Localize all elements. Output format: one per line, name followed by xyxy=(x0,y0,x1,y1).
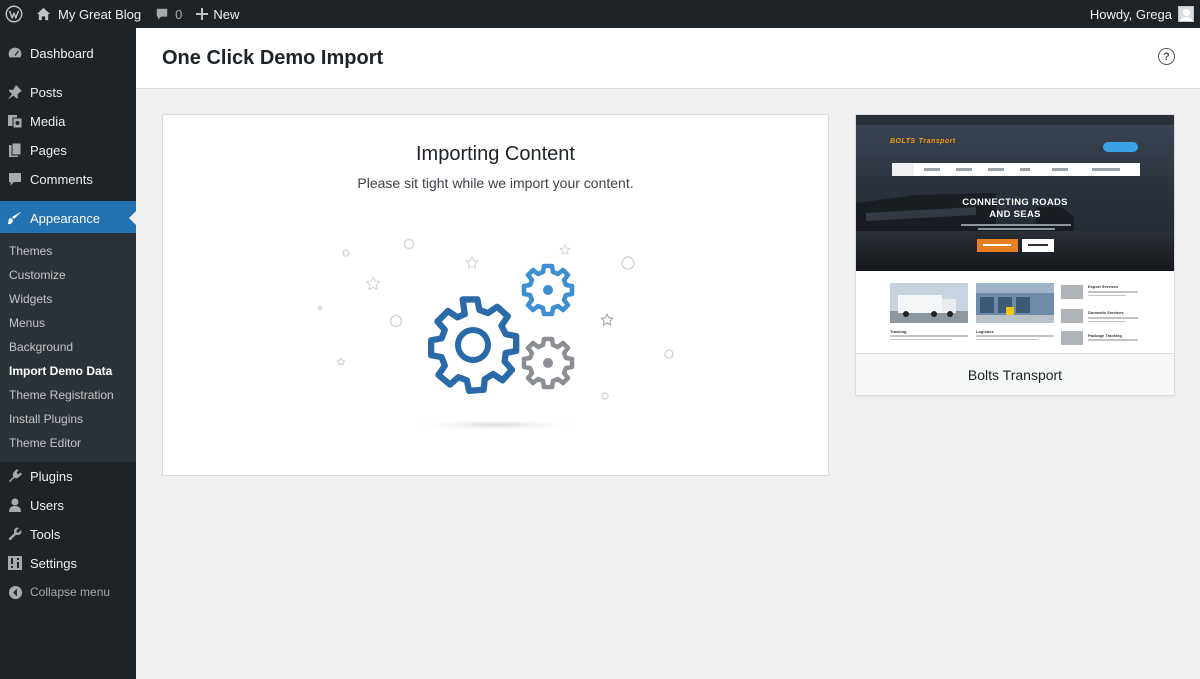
screenshot-button-primary xyxy=(977,239,1018,252)
settings-icon xyxy=(0,555,30,571)
menu-label: Dashboard xyxy=(30,45,94,61)
submenu-install-plugins[interactable]: Install Plugins xyxy=(9,409,83,429)
menu-label: Users xyxy=(30,497,64,513)
screenshot-text-lines xyxy=(890,335,968,343)
wordpress-logo-button[interactable] xyxy=(0,0,28,28)
wrench-icon xyxy=(0,526,30,542)
import-title: Importing Content xyxy=(416,143,575,165)
screenshot-text-lines xyxy=(976,335,1054,343)
dashboard-icon xyxy=(0,45,30,61)
screenshot-caption-tracking: Tracking xyxy=(890,329,907,334)
service-thumb xyxy=(1061,331,1083,345)
service-domestic: Domestic Services xyxy=(1088,310,1124,315)
paintbrush-icon xyxy=(0,210,30,226)
menu-label: Settings xyxy=(30,555,77,571)
service-thumb xyxy=(1061,309,1083,323)
import-subtitle: Please sit tight while we import your co… xyxy=(357,175,634,191)
admin-sidebar: Dashboard Posts Media Pages Comments App… xyxy=(0,28,136,679)
submenu-widgets[interactable]: Widgets xyxy=(9,289,52,309)
page-title: One Click Demo Import xyxy=(162,47,384,69)
submenu-menus[interactable]: Menus xyxy=(9,313,45,333)
screenshot-topbar xyxy=(856,115,1174,125)
demo-item-card[interactable]: BOLTS Transport CONNECTING ROADS AND SEA… xyxy=(855,114,1175,396)
home-icon xyxy=(36,7,51,21)
appearance-submenu: Themes Customize Widgets Menus Backgroun… xyxy=(0,233,136,462)
demo-screenshot: BOLTS Transport CONNECTING ROADS AND SEA… xyxy=(856,115,1174,353)
menu-label: Tools xyxy=(30,526,61,542)
submenu-theme-editor[interactable]: Theme Editor xyxy=(9,433,81,453)
submenu-theme-registration[interactable]: Theme Registration xyxy=(9,385,114,405)
menu-appearance[interactable]: Appearance xyxy=(0,201,136,235)
greeting: Howdy, Grega xyxy=(1089,6,1172,22)
menu-label: Plugins xyxy=(30,468,73,484)
submenu-customize[interactable]: Customize xyxy=(9,265,66,285)
wordpress-logo-icon xyxy=(5,5,23,23)
screenshot-text-lines xyxy=(1088,339,1138,347)
submenu-background[interactable]: Background xyxy=(9,337,73,357)
menu-label: Appearance xyxy=(30,210,101,226)
help-icon[interactable]: ? xyxy=(1158,48,1175,65)
headline-line-2: AND SEAS xyxy=(989,209,1041,220)
page-header: One Click Demo Import ? xyxy=(136,28,1200,89)
screenshot-text-lines xyxy=(1088,291,1138,299)
comment-bubble-icon xyxy=(155,7,169,21)
logo-tag: Transport xyxy=(918,138,956,145)
logo-text: BOLTS xyxy=(890,138,916,145)
site-name-link[interactable]: My Great Blog xyxy=(28,0,148,28)
screenshot-nav xyxy=(892,163,1140,176)
new-content-button[interactable]: New xyxy=(189,0,246,28)
collapse-label: Collapse menu xyxy=(30,585,111,599)
menu-label: Pages xyxy=(30,142,67,158)
menu-label: Comments xyxy=(30,171,93,187)
collapse-arrow-icon xyxy=(0,585,30,600)
screenshot-logo: BOLTS Transport xyxy=(890,135,956,145)
media-icon xyxy=(0,113,30,129)
service-package-tracking: Package Tracking xyxy=(1088,333,1122,338)
comment-icon xyxy=(0,171,30,187)
admin-bar: My Great Blog 0 New Howdy, Grega xyxy=(0,0,1200,28)
truck-photo xyxy=(890,283,968,323)
submenu-import-demo-data[interactable]: Import Demo Data xyxy=(9,361,112,381)
site-name: My Great Blog xyxy=(58,6,142,22)
service-export: Export Services xyxy=(1088,284,1119,289)
plus-icon xyxy=(196,8,209,20)
pin-icon xyxy=(0,84,30,100)
current-arrow xyxy=(129,211,136,225)
service-thumb xyxy=(1061,285,1083,299)
screenshot-caption-logistics: Logistics xyxy=(976,329,994,334)
menu-dashboard[interactable]: Dashboard xyxy=(0,36,136,70)
screenshot-info xyxy=(968,135,1008,140)
headline-line-1: CONNECTING ROADS xyxy=(962,197,1068,208)
screenshot-cta xyxy=(1103,142,1138,152)
collapse-menu-button[interactable]: Collapse menu xyxy=(0,575,136,609)
avatar xyxy=(1178,6,1194,22)
warehouse-photo xyxy=(976,283,1054,323)
pages-icon xyxy=(0,142,30,158)
submenu-themes[interactable]: Themes xyxy=(9,241,52,261)
plugin-icon xyxy=(0,468,30,484)
menu-comments[interactable]: Comments xyxy=(0,162,136,196)
menu-label: Media xyxy=(30,113,66,129)
demo-name: Bolts Transport xyxy=(856,353,1174,395)
import-progress-card: Importing Content Please sit tight while… xyxy=(162,114,829,476)
comments-link[interactable]: 0 xyxy=(148,0,189,28)
screenshot-text-lines xyxy=(1088,317,1138,325)
screenshot-hero-text xyxy=(961,224,1071,230)
comments-count: 0 xyxy=(175,6,183,22)
menu-label: Posts xyxy=(30,84,63,100)
new-label: New xyxy=(213,6,240,22)
screenshot-headline: CONNECTING ROADS AND SEAS xyxy=(856,197,1174,221)
screenshot-button-secondary xyxy=(1022,239,1054,252)
gears-illustration xyxy=(317,238,674,431)
user-icon xyxy=(0,497,30,513)
my-account-menu[interactable]: Howdy, Grega xyxy=(1083,0,1200,28)
screenshot-hero: BOLTS Transport CONNECTING ROADS AND SEA… xyxy=(856,125,1174,271)
